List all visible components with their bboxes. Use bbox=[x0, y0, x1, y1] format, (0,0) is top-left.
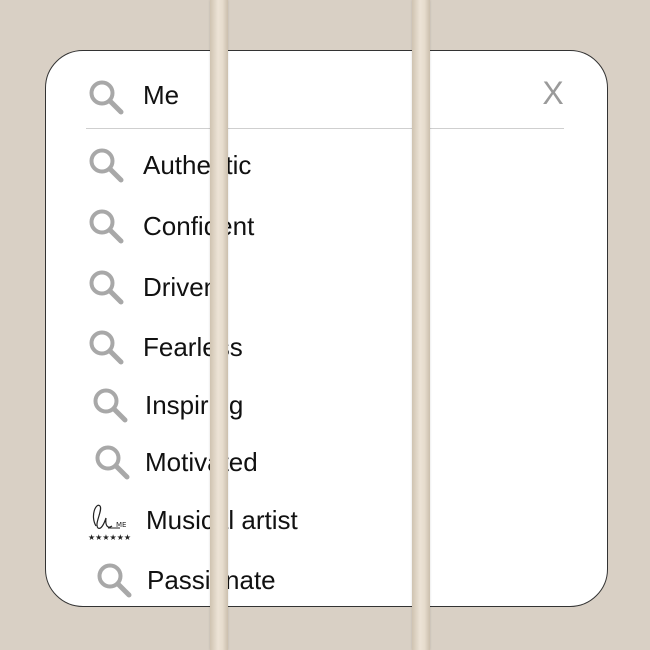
search-input[interactable]: Me bbox=[143, 79, 179, 111]
signature-badge-icon: ME ★★★★★★ bbox=[86, 498, 140, 542]
svg-text:ME: ME bbox=[116, 521, 126, 529]
svg-text:★★★★★★: ★★★★★★ bbox=[88, 533, 131, 542]
suggestion-item-musical-artist[interactable]: ME ★★★★★★ Musical artist bbox=[86, 496, 566, 544]
search-icon bbox=[92, 442, 132, 482]
suggestion-item-inspiring[interactable]: Inspiring bbox=[86, 381, 566, 429]
search-icon bbox=[86, 206, 126, 246]
suggestion-label: Driven bbox=[143, 272, 219, 302]
suggestion-label: Confident bbox=[143, 211, 255, 241]
search-icon bbox=[86, 145, 126, 185]
suggestion-item-confident[interactable]: Confident bbox=[86, 202, 566, 250]
suggestion-item-authentic[interactable]: Authentic bbox=[86, 141, 566, 189]
search-panel: Me X Authentic Confident Driven Fearless… bbox=[45, 50, 608, 607]
suggestion-label: Inspiring bbox=[145, 390, 244, 420]
left-drawstring bbox=[210, 0, 228, 650]
suggestion-item-motivated[interactable]: Motivated bbox=[86, 438, 566, 486]
clear-search-button[interactable]: X bbox=[538, 75, 568, 111]
suggestion-label: Authentic bbox=[143, 150, 252, 180]
suggestion-item-fearless[interactable]: Fearless bbox=[86, 323, 566, 371]
search-icon bbox=[94, 560, 134, 600]
suggestion-label: Motivated bbox=[145, 447, 258, 477]
search-bar[interactable]: Me X bbox=[86, 51, 564, 129]
search-icon bbox=[90, 385, 130, 425]
suggestion-item-passionate[interactable]: Passionate bbox=[86, 556, 566, 604]
search-icon bbox=[86, 267, 126, 307]
right-drawstring bbox=[412, 0, 430, 650]
search-icon bbox=[86, 77, 126, 117]
search-icon bbox=[86, 327, 126, 367]
suggestion-item-driven[interactable]: Driven bbox=[86, 263, 566, 311]
